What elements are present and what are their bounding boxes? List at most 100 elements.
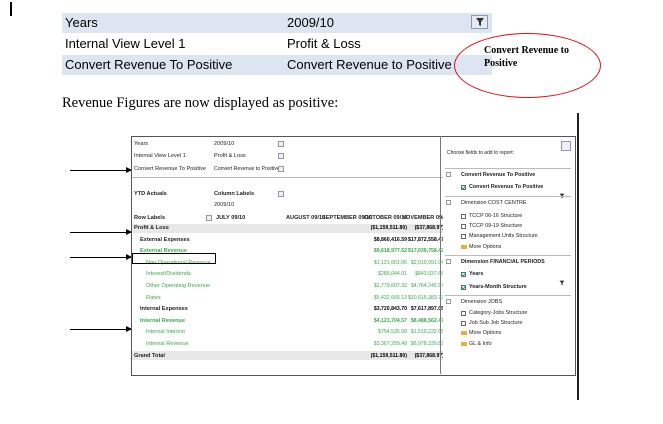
pivot-value-cell[interactable]: $8,860,416.59 <box>374 236 407 244</box>
divider <box>132 177 443 178</box>
pivot-filter-value[interactable]: Convert Revenue to Positive <box>214 165 280 173</box>
pivot-value-cell[interactable]: $3,720,843.70 <box>374 305 407 313</box>
field-checkbox[interactable] <box>461 271 466 277</box>
filter-label: Convert Revenue To Positive <box>65 57 233 72</box>
field-item-label[interactable]: Convert Revenue To Positive <box>469 183 543 191</box>
month-header: OCTOBER 09/10 <box>364 215 408 221</box>
divider <box>445 196 571 197</box>
pivot-value-cell[interactable]: $17,872,558.47 <box>408 236 444 244</box>
pivot-filter-button[interactable] <box>278 141 284 147</box>
field-item-label[interactable]: TCCP 06-16 Structure <box>469 212 522 220</box>
scrollbar-edge <box>577 113 579 400</box>
pivot-filter-label: Internal View Level 1 <box>134 153 186 159</box>
pivot-filter-button[interactable] <box>278 153 284 159</box>
pivot-row-label[interactable]: Interest/Dividends <box>146 270 191 278</box>
pivot-row-label[interactable]: Rates <box>146 294 161 302</box>
pivot-row-label[interactable]: Other Operating Revenue <box>146 282 210 290</box>
expand-toggle-icon[interactable] <box>446 299 451 304</box>
field-item-label[interactable]: Category-Jobs Structure <box>469 309 527 317</box>
field-checkbox[interactable] <box>461 184 466 190</box>
field-item-label[interactable]: Dimension COST CENTRE <box>461 199 527 207</box>
filter-dropdown-button[interactable] <box>471 15 488 29</box>
pivot-value-cell[interactable]: $3,367,259.49 <box>374 340 407 348</box>
arrow-pointer <box>70 167 132 173</box>
filter-table: Years 2009/10 Internal View Level 1 Prof… <box>62 13 492 75</box>
text-cursor <box>10 2 12 16</box>
field-checkbox[interactable] <box>461 284 466 290</box>
pivot-row-label[interactable]: Grand Total <box>134 352 165 360</box>
field-item-label[interactable]: GL & Info <box>469 340 492 348</box>
pivot-screenshot: Years 2009/10 Internal View Level 1 Prof… <box>131 136 576 376</box>
pivot-row-label[interactable]: Internal Revenue <box>146 340 189 348</box>
row-labels-header: Row Labels <box>134 215 166 221</box>
pivot-row-label[interactable]: Internal Expenses <box>140 305 188 313</box>
field-checkbox[interactable] <box>461 310 466 316</box>
pivot-row-label[interactable]: External Expenses <box>140 236 190 244</box>
row-labels-dropdown[interactable] <box>206 215 212 221</box>
pivot-value-cell[interactable]: $2,779,607.32 <box>374 282 407 290</box>
arrow-pointer <box>70 229 132 235</box>
pivot-filter-value[interactable]: Profit & Loss <box>214 152 246 160</box>
pivot-filter-value[interactable]: 2009/10 <box>214 140 234 148</box>
field-item-label[interactable]: Convert Revenue To Positive <box>461 171 535 179</box>
divider <box>445 255 571 256</box>
filter-label: Years <box>65 15 98 30</box>
pivot-row-label[interactable]: Internal Interest <box>146 328 185 336</box>
pivot-value-cell[interactable]: $9,618,977.52 <box>374 247 407 255</box>
pivot-value-cell[interactable]: $17,039,758.42 <box>408 247 444 255</box>
field-item-label[interactable]: More Options <box>469 329 501 337</box>
field-checkbox[interactable] <box>461 213 466 219</box>
pivot-value-cell[interactable]: $754,535.08 <box>378 328 407 336</box>
year-group-label: 2009/10 <box>214 202 235 208</box>
funnel-icon <box>559 184 565 203</box>
field-item-label[interactable]: Management Units Structure <box>469 232 538 240</box>
field-item-label[interactable]: Dimension FINANCIAL PERIODS <box>461 258 545 266</box>
field-checkbox[interactable] <box>461 233 466 239</box>
expand-toggle-icon[interactable] <box>446 172 451 177</box>
pivot-value-cell[interactable]: ($1,159,511.80) <box>371 352 407 360</box>
arrow-pointer <box>70 254 132 260</box>
filter-value[interactable]: 2009/10 <box>287 13 334 33</box>
column-labels-header: Column Labels <box>214 191 255 197</box>
pane-divider <box>440 136 441 374</box>
month-header: AUGUST 09/10 <box>286 215 326 221</box>
field-checkbox[interactable] <box>461 223 466 229</box>
field-item-label[interactable]: Years <box>469 270 483 278</box>
pivot-value-cell[interactable]: $10,615,383.73 <box>408 294 444 302</box>
pivot-row-label[interactable]: Internal Revenue <box>140 317 185 325</box>
field-item-label[interactable]: Dimension JOBS <box>461 298 502 306</box>
field-item-label[interactable]: TCCP 09-19 Structure <box>469 222 522 230</box>
divider <box>445 295 571 296</box>
filter-row-internal-view: Internal View Level 1 Profit & Loss <box>62 34 492 54</box>
divider <box>445 168 571 169</box>
filter-value[interactable]: Profit & Loss <box>287 34 361 54</box>
pivot-value-cell[interactable]: $4,121,704.57 <box>374 317 407 325</box>
filter-value[interactable]: Convert Revenue to Positive <box>287 55 452 75</box>
month-header: JULY 09/10 <box>216 215 246 221</box>
field-item-label[interactable]: Years-Month Structure <box>469 283 527 291</box>
column-labels-dropdown[interactable] <box>278 191 284 197</box>
funnel-icon <box>559 271 565 290</box>
expand-toggle-icon[interactable] <box>446 200 451 205</box>
expand-toggle-icon[interactable] <box>446 259 451 264</box>
filter-row-convert-revenue: Convert Revenue To Positive Convert Reve… <box>62 55 492 75</box>
pivot-value-cell[interactable]: $285,044.01 <box>378 270 407 278</box>
folder-icon <box>461 342 467 346</box>
folder-icon <box>461 331 467 335</box>
field-checkbox[interactable] <box>461 320 466 326</box>
field-item-label[interactable]: More Options <box>469 243 501 251</box>
body-sentence: Revenue Figures are now displayed as pos… <box>62 95 339 111</box>
arrow-pointer <box>70 326 132 332</box>
pivot-filter-label: Years <box>134 141 149 147</box>
pivot-value-cell[interactable]: $1,121,661.06 <box>374 259 407 267</box>
field-list-layout-button[interactable] <box>561 141 571 151</box>
filter-label: Internal View Level 1 <box>65 36 186 51</box>
pivot-value-cell[interactable]: $5,432,665.13 <box>374 294 407 302</box>
folder-icon <box>461 245 467 249</box>
field-list-header: Choose fields to add to report: <box>447 150 514 156</box>
pivot-filter-button[interactable] <box>278 166 284 172</box>
pivot-value-cell[interactable]: ($1,159,511.80) <box>371 224 407 232</box>
pivot-filter-label: Convert Revenue To Positive <box>134 166 207 172</box>
pivot-row-label[interactable]: Profit & Loss <box>134 224 169 232</box>
field-item-label[interactable]: Job Sub Job Structure <box>469 319 522 327</box>
